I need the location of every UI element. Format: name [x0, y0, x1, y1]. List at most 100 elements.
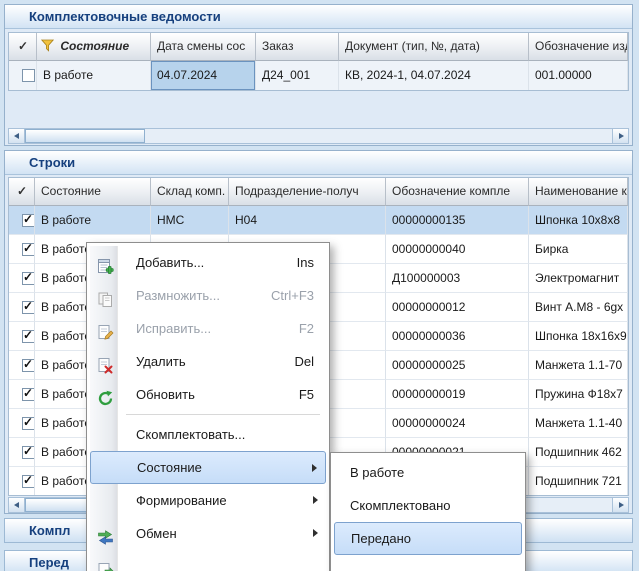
cell-name[interactable]: Подшипник 462: [529, 438, 628, 467]
cell-name[interactable]: Шпонка 18х16х9: [529, 322, 628, 351]
cell-name[interactable]: Бирка: [529, 235, 628, 264]
column-header-designation[interactable]: Обозначение компле: [386, 178, 529, 206]
scrollbar-thumb[interactable]: [25, 129, 145, 143]
panel-header-vedomosti: Комплектовочные ведомости: [5, 5, 632, 29]
menu-item-label: Скомплектовать...: [136, 427, 245, 442]
scroll-left-button[interactable]: [9, 498, 25, 512]
cell-date-focused[interactable]: 04.07.2024: [151, 61, 256, 91]
cell-state[interactable]: В работе: [37, 61, 151, 91]
checkbox-checked[interactable]: ✓: [22, 272, 35, 285]
column-header-date[interactable]: Дата смены сос: [151, 33, 256, 61]
checkbox-checked[interactable]: ✓: [22, 243, 35, 256]
menu-item-state[interactable]: Состояние: [90, 451, 326, 484]
panel-title-kompl: Компл: [29, 523, 70, 538]
cell-state[interactable]: В работе: [35, 206, 151, 235]
checkbox[interactable]: [22, 69, 35, 82]
row-checkbox-cell[interactable]: ✓: [9, 467, 35, 496]
menu-item-partial[interactable]: [90, 550, 326, 571]
select-all-header[interactable]: ✓: [9, 33, 37, 61]
cell-designation[interactable]: 00000000024: [386, 409, 529, 438]
cell-designation[interactable]: Д100000003: [386, 264, 529, 293]
menu-item-label: Формирование: [136, 493, 227, 508]
panel-title-vedomosti: Комплектовочные ведомости: [29, 9, 221, 24]
refresh-icon: [97, 386, 114, 403]
submenu-item-v-rabote[interactable]: В работе: [334, 456, 522, 489]
panel-title-pered: Перед: [29, 555, 69, 570]
cell-designation[interactable]: 001.00000: [529, 61, 628, 91]
cell-department[interactable]: Н04: [229, 206, 386, 235]
cell-designation[interactable]: 00000000040: [386, 235, 529, 264]
checkbox-checked[interactable]: ✓: [22, 388, 35, 401]
menu-item-add[interactable]: Добавить... Ins: [90, 246, 326, 279]
submenu-item-peredano[interactable]: Передано: [334, 522, 522, 555]
checkbox-checked[interactable]: ✓: [22, 214, 35, 227]
row-checkbox-cell[interactable]: ✓: [9, 351, 35, 380]
check-icon: ✓: [23, 242, 33, 254]
check-icon: ✓: [23, 300, 33, 312]
row-checkbox-cell[interactable]: ✓: [9, 380, 35, 409]
cell-designation[interactable]: 00000000025: [386, 351, 529, 380]
state-submenu: В работе Скомплектовано Передано: [330, 452, 526, 571]
menu-item-refresh[interactable]: Обновить F5: [90, 378, 326, 411]
cell-name[interactable]: Манжета 1.1-40: [529, 409, 628, 438]
checkbox-checked[interactable]: ✓: [22, 446, 35, 459]
menu-item-duplicate: Размножить... Ctrl+F3: [90, 279, 326, 312]
row-checkbox-cell[interactable]: ✓: [9, 293, 35, 322]
checkbox-checked[interactable]: ✓: [22, 301, 35, 314]
menu-item-skomplektovat[interactable]: Скомплектовать...: [90, 418, 326, 451]
duplicate-icon: [97, 287, 114, 304]
column-header-designation[interactable]: Обозначение изд: [529, 33, 628, 61]
menu-item-formirovanie[interactable]: Формирование: [90, 484, 326, 517]
row-checkbox-cell[interactable]: ✓: [9, 264, 35, 293]
panel-header-stroki: Строки: [5, 151, 632, 175]
scroll-right-button[interactable]: [612, 129, 628, 143]
row-checkbox-cell[interactable]: ✓: [9, 322, 35, 351]
cell-designation[interactable]: 00000000036: [386, 322, 529, 351]
cell-name[interactable]: Винт А.М8 - 6gх: [529, 293, 628, 322]
column-header-warehouse[interactable]: Склад комп.: [151, 178, 229, 206]
cell-order[interactable]: Д24_001: [256, 61, 339, 91]
menu-item-label: Размножить...: [136, 288, 220, 303]
column-header-name[interactable]: Наименование к: [529, 178, 628, 206]
vedomosti-row[interactable]: В работе 04.07.2024 Д24_001 КВ, 2024-1, …: [9, 61, 628, 91]
row-checkbox-cell[interactable]: [9, 61, 37, 91]
cell-name[interactable]: Манжета 1.1-70: [529, 351, 628, 380]
cell-warehouse[interactable]: НМС: [151, 206, 229, 235]
horizontal-scrollbar[interactable]: [8, 128, 629, 144]
column-header-state[interactable]: Состояние: [37, 33, 151, 61]
submenu-item-skomplektovano[interactable]: Скомплектовано: [334, 489, 522, 522]
check-icon: ✓: [23, 271, 33, 283]
row-checkbox-cell[interactable]: ✓: [9, 206, 35, 235]
filter-icon[interactable]: [41, 35, 54, 61]
column-header-order[interactable]: Заказ: [256, 33, 339, 61]
select-all-header[interactable]: ✓: [9, 178, 35, 206]
table-row[interactable]: ✓ В работе НМС Н04 00000000135 Шпонка 10…: [9, 206, 628, 235]
row-checkbox-cell[interactable]: ✓: [9, 409, 35, 438]
checkbox-checked[interactable]: ✓: [22, 417, 35, 430]
column-header-doc[interactable]: Документ (тип, №, дата): [339, 33, 529, 61]
column-header-department[interactable]: Подразделение-получ: [229, 178, 386, 206]
checkbox-checked[interactable]: ✓: [22, 330, 35, 343]
row-checkbox-cell[interactable]: ✓: [9, 235, 35, 264]
cell-designation[interactable]: 00000000012: [386, 293, 529, 322]
document-arrow-icon: [97, 558, 114, 571]
checkbox-checked[interactable]: ✓: [22, 359, 35, 372]
menu-item-obmen[interactable]: Обмен: [90, 517, 326, 550]
cell-name[interactable]: Электромагнит: [529, 264, 628, 293]
check-icon: ✓: [23, 387, 33, 399]
cell-name[interactable]: Пружина Ф18х7: [529, 380, 628, 409]
menu-item-edit: Исправить... F2: [90, 312, 326, 345]
column-header-state[interactable]: Состояние: [35, 178, 151, 206]
checkbox-checked[interactable]: ✓: [22, 475, 35, 488]
cell-name[interactable]: Шпонка 10х8х8: [529, 206, 628, 235]
scroll-right-button[interactable]: [612, 498, 628, 512]
cell-designation[interactable]: 00000000135: [386, 206, 529, 235]
cell-name[interactable]: Подшипник 721: [529, 467, 628, 496]
menu-item-label: Удалить: [136, 354, 186, 369]
menu-item-shortcut: Ctrl+F3: [271, 279, 314, 312]
row-checkbox-cell[interactable]: ✓: [9, 438, 35, 467]
menu-item-delete[interactable]: Удалить Del: [90, 345, 326, 378]
scroll-left-button[interactable]: [9, 129, 25, 143]
cell-designation[interactable]: 00000000019: [386, 380, 529, 409]
cell-doc[interactable]: КВ, 2024-1, 04.07.2024: [339, 61, 529, 91]
